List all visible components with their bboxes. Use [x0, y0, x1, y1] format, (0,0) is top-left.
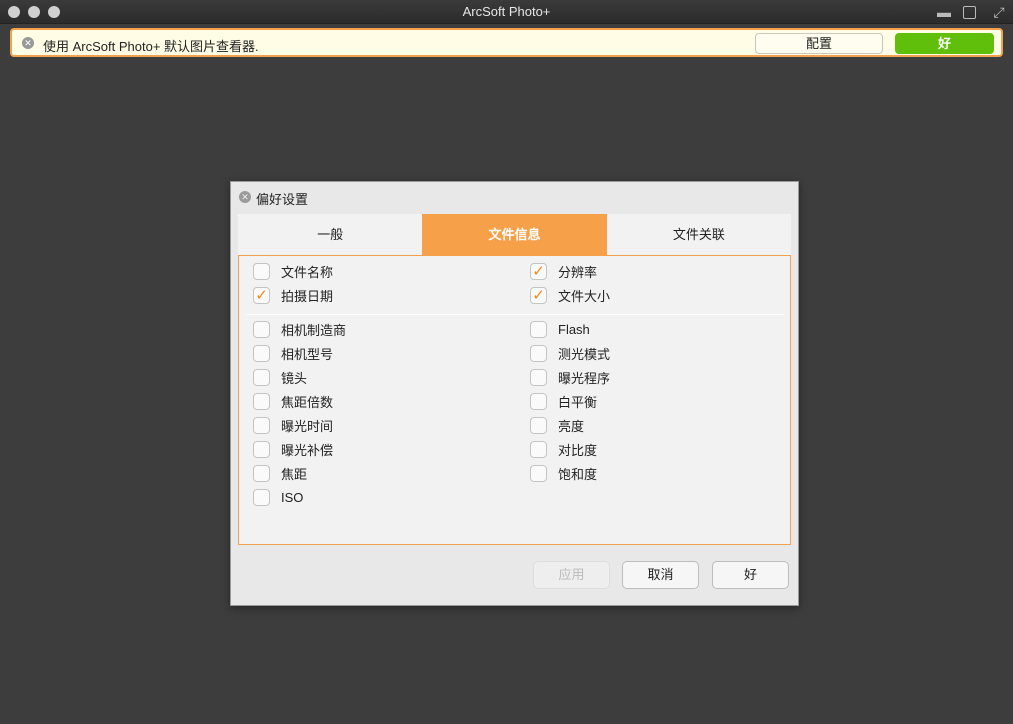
dialog-title: 偏好设置 [256, 192, 309, 207]
checkbox-label: 拍摄日期 [281, 288, 334, 304]
chat-icon[interactable]: ▬ [936, 4, 952, 20]
checkbox[interactable] [530, 440, 547, 458]
checkbox-label: 曝光程序 [558, 370, 611, 386]
checkbox[interactable] [253, 368, 270, 386]
checkbox-item[interactable]: Flash [530, 319, 590, 339]
checkbox[interactable] [253, 464, 270, 482]
tab-general[interactable]: 一般 [238, 214, 422, 255]
checkbox-label: 文件名称 [281, 264, 334, 280]
checkbox-label: 亮度 [558, 418, 585, 434]
checkbox-item[interactable]: 对比度 [530, 439, 597, 459]
checkbox-label: 曝光时间 [281, 418, 334, 434]
checkbox-label: 测光模式 [558, 346, 611, 362]
checkbox[interactable] [253, 488, 270, 506]
checkbox[interactable] [530, 344, 547, 362]
checkbox-checked[interactable]: ✓ [530, 286, 547, 304]
checkbox[interactable] [253, 320, 270, 338]
default-viewer-notice: ✕ 使用 ArcSoft Photo+ 默认图片查看器. 配置 好 [10, 28, 1003, 57]
checkbox-label: 镜头 [281, 370, 308, 386]
title-bar: ArcSoft Photo+ ▬ ⤢ [0, 0, 1013, 24]
checkbox-label: 文件大小 [558, 288, 611, 304]
checkbox-label: Flash [558, 321, 590, 337]
checkbox-item[interactable]: 饱和度 [530, 463, 597, 483]
notice-text: 使用 ArcSoft Photo+ 默认图片查看器. [43, 39, 259, 54]
preferences-dialog: ✕ 偏好设置 一般 文件信息 文件关联 文件名称 ✓ 拍摄日期 ✓ 分辨率 ✓ 文件大小相机… [230, 181, 799, 606]
checkbox-item[interactable]: 相机型号 [253, 343, 333, 363]
checkbox-item[interactable]: 相机制造商 [253, 319, 346, 339]
checkbox-checked[interactable]: ✓ [253, 286, 270, 304]
ok-button[interactable]: 好 [712, 561, 789, 589]
checkbox-item[interactable]: 焦距 [253, 463, 307, 483]
checkbox-label: 相机制造商 [281, 322, 347, 338]
checkbox-item[interactable]: 焦距倍数 [253, 391, 333, 411]
checkbox-label: 曝光补偿 [281, 442, 334, 458]
checkbox-label: 分辨率 [558, 264, 598, 280]
checkbox[interactable] [530, 392, 547, 410]
checkbox[interactable] [253, 262, 270, 280]
tab-file-info[interactable]: 文件信息 [422, 214, 607, 255]
checkbox-item[interactable]: 白平衡 [530, 391, 597, 411]
close-dialog-icon[interactable]: ✕ [239, 191, 251, 203]
apply-button[interactable]: 应用 [533, 561, 610, 589]
window-icon[interactable] [963, 6, 976, 19]
checkbox-item[interactable]: 曝光程序 [530, 367, 610, 387]
accept-default-button[interactable]: 好 [895, 33, 994, 54]
checkbox-item[interactable]: 测光模式 [530, 343, 610, 363]
configure-button[interactable]: 配置 [755, 33, 883, 54]
checkbox[interactable] [253, 392, 270, 410]
file-info-panel: 文件名称 ✓ 拍摄日期 ✓ 分辨率 ✓ 文件大小相机制造商相机型号镜头焦距倍数曝光时间曝光补… [238, 255, 791, 545]
cancel-button[interactable]: 取消 [622, 561, 699, 589]
checkbox[interactable] [530, 464, 547, 482]
checkbox-label: ISO [281, 489, 304, 505]
checkbox-checked[interactable]: ✓ [530, 262, 547, 280]
checkbox-item[interactable]: ✓ 文件大小 [530, 285, 610, 305]
checkbox-item[interactable]: ✓ 拍摄日期 [253, 285, 333, 305]
checkbox-item[interactable]: 曝光时间 [253, 415, 333, 435]
checkbox[interactable] [253, 344, 270, 362]
checkbox-label: 相机型号 [281, 346, 334, 362]
checkbox-item[interactable]: ISO [253, 487, 303, 507]
checkbox-item[interactable]: ✓ 分辨率 [530, 261, 597, 281]
checkbox-item[interactable]: 曝光补偿 [253, 439, 333, 459]
app-title: ArcSoft Photo+ [462, 4, 551, 19]
checkbox-label: 焦距倍数 [281, 394, 334, 410]
checkbox-label: 饱和度 [558, 466, 598, 482]
checkbox-item[interactable]: 文件名称 [253, 261, 333, 281]
checkbox-label: 白平衡 [558, 394, 598, 410]
tab-bar: 一般 文件信息 文件关联 [238, 214, 791, 255]
dismiss-notice-icon[interactable]: ✕ [22, 37, 34, 49]
fullscreen-icon[interactable]: ⤢ [991, 4, 1007, 20]
checkbox-item[interactable]: 亮度 [530, 415, 584, 435]
tab-file-association[interactable]: 文件关联 [607, 214, 791, 255]
checkbox[interactable] [530, 368, 547, 386]
checkbox-label: 对比度 [558, 442, 598, 458]
checkbox-label: 焦距 [281, 466, 308, 482]
checkbox[interactable] [530, 416, 547, 434]
divider [247, 314, 784, 315]
checkbox[interactable] [530, 320, 547, 338]
checkbox[interactable] [253, 440, 270, 458]
checkbox[interactable] [253, 416, 270, 434]
checkbox-item[interactable]: 镜头 [253, 367, 307, 387]
